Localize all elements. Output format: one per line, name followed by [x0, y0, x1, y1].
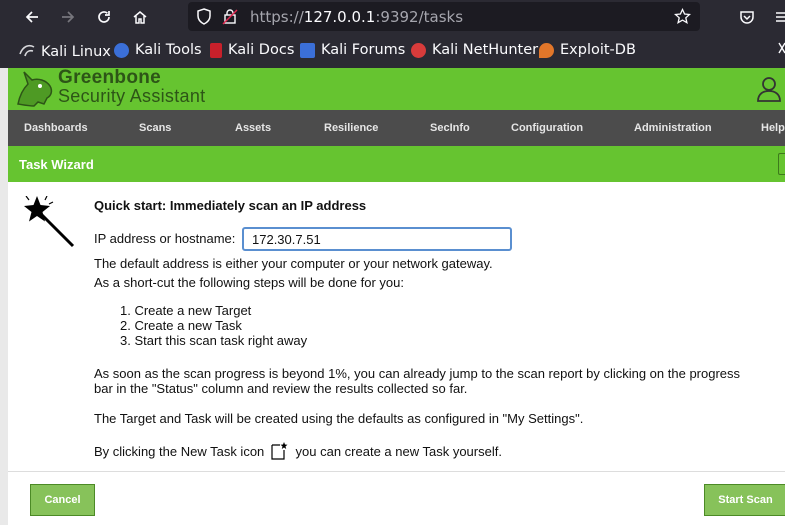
bookmark-exploit-db[interactable]: Exploit-DB	[539, 42, 636, 58]
main-menu: Dashboards Scans Assets Resilience SecIn…	[8, 110, 785, 146]
defaults-note: The Target and Task will be created usin…	[94, 411, 584, 426]
bookmark-kali-nethunter[interactable]: Kali NetHunter	[411, 42, 538, 58]
reload-icon[interactable]	[93, 6, 115, 28]
browser-toolbar: https://127.0.0.1:9392/tasks	[0, 0, 785, 34]
menu-secinfo[interactable]: SecInfo	[430, 122, 470, 134]
gsa-logo-text: Greenbone Security Assistant	[58, 67, 206, 106]
bookmarks-bar: Kali Linux Kali Tools Kali Docs Kali For…	[0, 34, 785, 68]
bookmarks-overflow-icon[interactable]	[778, 42, 785, 54]
menu-help[interactable]: Help	[761, 122, 785, 134]
dialog-close-button[interactable]	[778, 153, 785, 175]
default-address-note: The default address is either your compu…	[94, 256, 493, 271]
dialog-title-bar: Task Wizard	[8, 146, 785, 182]
bookmark-kali-forums[interactable]: Kali Forums	[300, 42, 405, 58]
dialog-body: Quick start: Immediately scan an IP addr…	[8, 182, 785, 471]
greenbone-logo-icon[interactable]	[12, 68, 56, 113]
kali-nethunter-icon	[411, 42, 426, 58]
step-item: 2. Create a new Task	[120, 318, 242, 333]
menu-dashboards[interactable]: Dashboards	[24, 122, 88, 134]
menu-resilience[interactable]: Resilience	[324, 122, 378, 134]
bookmark-kali-tools[interactable]: Kali Tools	[114, 42, 202, 58]
kali-dragon-icon	[19, 42, 35, 61]
cancel-button[interactable]: Cancel	[30, 484, 95, 516]
gsa-header: Greenbone Security Assistant	[8, 68, 785, 110]
pocket-icon[interactable]	[736, 6, 758, 28]
menu-configuration[interactable]: Configuration	[511, 122, 583, 134]
menu-scans[interactable]: Scans	[139, 122, 171, 134]
start-scan-button[interactable]: Start Scan	[704, 484, 785, 516]
new-task-icon	[270, 442, 288, 463]
home-icon[interactable]	[129, 6, 151, 28]
bookmark-kali-linux[interactable]: Kali Linux	[19, 42, 111, 61]
kali-forums-icon	[300, 42, 315, 58]
menu-administration[interactable]: Administration	[634, 122, 712, 134]
app-menu-icon[interactable]	[771, 6, 785, 28]
menu-assets[interactable]: Assets	[235, 122, 271, 134]
new-task-note: By clicking the New Task icon you can cr…	[94, 442, 502, 463]
progress-note-line1: As soon as the scan progress is beyond 1…	[94, 366, 741, 381]
kali-docs-icon	[210, 42, 222, 58]
insecure-lock-icon[interactable]	[222, 8, 238, 28]
bookmark-kali-docs[interactable]: Kali Docs	[210, 42, 294, 58]
ip-address-input[interactable]	[242, 227, 512, 251]
kali-tools-icon	[114, 42, 129, 58]
page-background	[0, 68, 8, 525]
task-wizard-dialog: Task Wizard Quick start: Immediately sca…	[8, 146, 785, 525]
back-icon[interactable]	[21, 6, 43, 28]
ip-label: IP address or hostname:	[94, 231, 236, 246]
shortcut-intro: As a short-cut the following steps will …	[94, 275, 404, 290]
dialog-footer: Cancel Start Scan	[8, 471, 785, 525]
step-item: 1. Create a new Target	[120, 303, 252, 318]
step-item: 3. Start this scan task right away	[120, 333, 308, 348]
bookmark-star-icon[interactable]	[673, 7, 692, 28]
forward-icon[interactable]	[57, 6, 79, 28]
dialog-title: Task Wizard	[19, 157, 94, 172]
wizard-heading: Quick start: Immediately scan an IP addr…	[94, 198, 367, 213]
progress-note-line2: bar in the "Status" column and review th…	[94, 381, 468, 396]
shield-icon[interactable]	[196, 8, 212, 28]
magic-wand-icon	[23, 195, 77, 253]
url-bar[interactable]: https://127.0.0.1:9392/tasks	[188, 2, 700, 31]
user-icon[interactable]	[756, 76, 782, 105]
url-text[interactable]: https://127.0.0.1:9392/tasks	[250, 8, 463, 26]
exploit-db-icon	[539, 42, 554, 58]
